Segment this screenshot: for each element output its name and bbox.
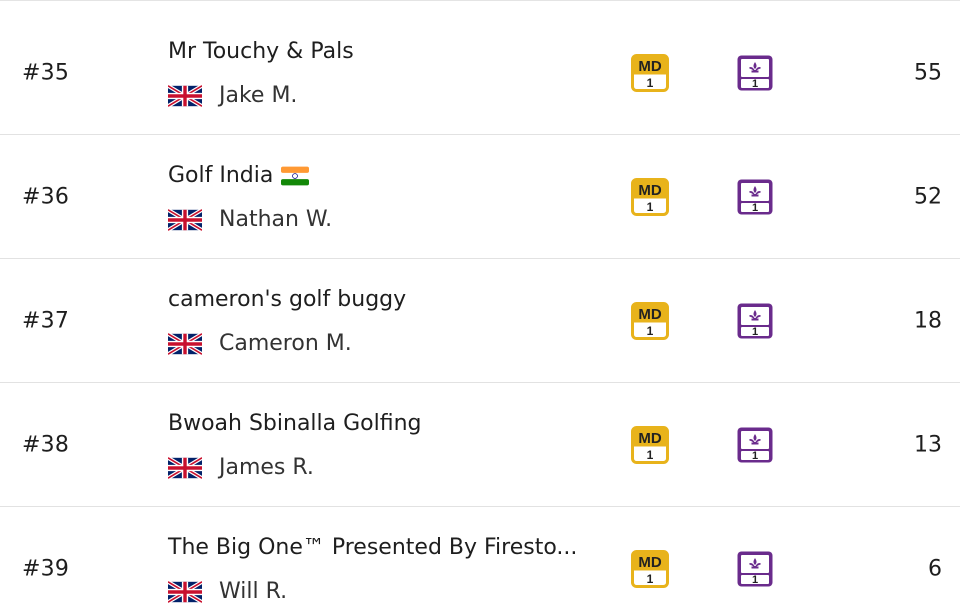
md-chip[interactable]: MD 1 [631, 425, 669, 464]
manager-name: James R. [219, 455, 314, 480]
md-chip-number: 1 [647, 324, 654, 338]
gw-chip[interactable]: 1 [736, 302, 774, 340]
leaderboard-row[interactable]: #36 Golf India Nathan W. MD 1 1 52 [0, 135, 960, 259]
md-chip-code: MD [638, 306, 661, 323]
leaderboard-row[interactable]: #39 The Big One™ Presented By Firesto...… [0, 507, 960, 614]
team-name-text: The Big One™ Presented By Firesto... [168, 535, 578, 560]
manager-name: Jake M. [219, 83, 298, 108]
gw-chip[interactable]: 1 [736, 426, 774, 464]
md-chip-code: MD [638, 58, 661, 75]
leaderboard: #35 Mr Touchy & Pals Jake M. MD 1 1 55 #… [0, 0, 960, 614]
md-chip-number: 1 [647, 448, 654, 462]
md-chip[interactable]: MD 1 [631, 550, 669, 588]
team-name[interactable]: The Big One™ Presented By Firesto... [168, 535, 577, 560]
md-chip[interactable]: MD 1 [631, 301, 669, 340]
gw-chip[interactable]: 1 [736, 178, 774, 216]
md-chip-code: MD [638, 182, 661, 199]
manager-name: Will R. [219, 579, 288, 604]
gw-chip-number: 1 [752, 202, 758, 214]
gw-chip-number: 1 [752, 450, 758, 462]
gw-chip-number: 1 [752, 574, 758, 586]
points: 6 [928, 556, 942, 582]
india-flag-icon [281, 166, 310, 185]
manager: Jake M. [168, 83, 297, 108]
rank: #35 [22, 60, 70, 85]
rank: #36 [22, 184, 70, 209]
manager: Cameron M. [168, 331, 352, 356]
md-chip-number: 1 [647, 76, 654, 90]
gw-chip[interactable]: 1 [736, 54, 774, 92]
uk-flag-icon [168, 332, 202, 355]
manager: James R. [168, 455, 314, 480]
manager: Will R. [168, 579, 287, 604]
md-chip[interactable]: MD 1 [631, 53, 669, 92]
uk-flag-icon [168, 84, 202, 107]
points: 13 [914, 432, 942, 457]
gw-chip-number: 1 [752, 78, 758, 90]
leaderboard-row[interactable]: #38 Bwoah Sbinalla Golfing James R. MD 1 [0, 383, 960, 507]
points: 52 [914, 184, 942, 209]
manager-name: Nathan W. [219, 207, 333, 232]
team-name-text: Mr Touchy & Pals [168, 39, 354, 64]
team-name-text: Bwoah Sbinalla Golfing [168, 411, 422, 436]
md-chip-number: 1 [647, 572, 654, 586]
points: 55 [914, 60, 942, 85]
manager-name: Cameron M. [219, 331, 352, 356]
uk-flag-icon [168, 456, 202, 479]
leaderboard-row[interactable]: #37 cameron's golf buggy Cameron M. MD 1 [0, 259, 960, 383]
team-name[interactable]: Golf India [168, 163, 310, 188]
gw-chip[interactable]: 1 [736, 550, 774, 588]
md-chip-code: MD [638, 430, 661, 447]
uk-flag-icon [168, 580, 202, 603]
md-chip-number: 1 [647, 200, 654, 214]
team-name[interactable]: Mr Touchy & Pals [168, 39, 354, 64]
manager: Nathan W. [168, 207, 332, 232]
team-name[interactable]: cameron's golf buggy [168, 287, 406, 312]
gw-chip-number: 1 [752, 326, 758, 338]
team-name-text: Golf India [168, 163, 274, 188]
rank: #39 [22, 556, 70, 582]
leaderboard-row[interactable]: #35 Mr Touchy & Pals Jake M. MD 1 1 55 [0, 11, 960, 135]
rank: #37 [22, 308, 70, 333]
team-name-text: cameron's golf buggy [168, 287, 407, 312]
uk-flag-icon [168, 208, 202, 231]
md-chip-code: MD [638, 554, 661, 571]
points: 18 [914, 308, 942, 333]
md-chip[interactable]: MD 1 [631, 177, 669, 216]
team-name[interactable]: Bwoah Sbinalla Golfing [168, 411, 422, 436]
rank: #38 [22, 432, 70, 457]
